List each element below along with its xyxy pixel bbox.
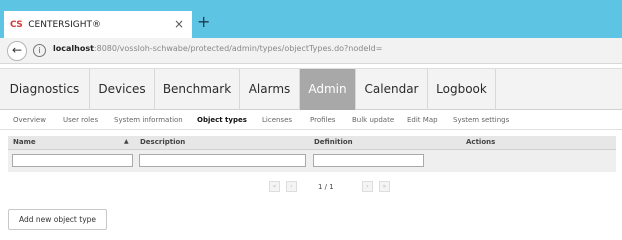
first-page-icon[interactable]: «: [269, 181, 280, 192]
nav-devices[interactable]: Devices: [90, 69, 155, 110]
admin-subnav: Overview User roles System information O…: [0, 113, 622, 130]
next-page-icon[interactable]: ›: [362, 181, 373, 192]
url-field[interactable]: localhost:8080/vossloh-schwabe/protected…: [53, 44, 382, 53]
nav-logbook[interactable]: Logbook: [428, 69, 496, 110]
back-arrow-icon[interactable]: ←: [7, 41, 27, 61]
nav-admin[interactable]: Admin: [300, 69, 356, 110]
subnav-licenses[interactable]: Licenses: [262, 116, 292, 124]
subnav-overview[interactable]: Overview: [13, 116, 46, 124]
subnav-bulk-update[interactable]: Bulk update: [352, 116, 394, 124]
add-object-type-button[interactable]: Add new object type: [8, 209, 107, 230]
subnav-edit-map[interactable]: Edit Map: [407, 116, 438, 124]
name-filter-input[interactable]: [12, 154, 133, 167]
close-icon[interactable]: ×: [174, 18, 184, 30]
definition-filter-input[interactable]: [313, 154, 424, 167]
url-host: localhost: [53, 44, 94, 53]
column-name[interactable]: Name: [13, 138, 36, 146]
url-path: :8080/vossloh-schwabe/protected/admin/ty…: [93, 44, 383, 53]
prev-page-icon[interactable]: ‹: [286, 181, 297, 192]
address-bar: ← i localhost:8080/vossloh-schwabe/prote…: [0, 38, 622, 64]
subnav-object-types[interactable]: Object types: [197, 116, 247, 124]
nav-diagnostics[interactable]: Diagnostics: [0, 69, 90, 110]
last-page-icon[interactable]: »: [379, 181, 390, 192]
info-icon[interactable]: i: [33, 44, 46, 57]
centersight-logo-icon: CS: [10, 19, 23, 30]
column-actions: Actions: [466, 138, 496, 146]
tab-title: CENTERSIGHT®: [28, 19, 102, 30]
new-tab-icon[interactable]: +: [197, 14, 210, 30]
nav-calendar[interactable]: Calendar: [356, 69, 428, 110]
browser-tabstrip: CS CENTERSIGHT® × +: [0, 0, 622, 38]
browser-window: CS CENTERSIGHT® × + ← i localhost:8080/v…: [0, 0, 622, 240]
subnav-system-settings[interactable]: System settings: [453, 116, 509, 124]
nav-benchmark[interactable]: Benchmark: [155, 69, 240, 110]
description-filter-input[interactable]: [139, 154, 306, 167]
column-description[interactable]: Description: [140, 138, 185, 146]
filter-row: [8, 150, 616, 172]
subnav-profiles[interactable]: Profiles: [310, 116, 335, 124]
table-header: Name ▲ Description Definition Actions: [8, 136, 616, 150]
nav-alarms[interactable]: Alarms: [240, 69, 300, 110]
main-nav: Diagnostics Devices Benchmark Alarms Adm…: [0, 68, 622, 110]
subnav-user-roles[interactable]: User roles: [63, 116, 98, 124]
column-definition[interactable]: Definition: [314, 138, 353, 146]
browser-tab[interactable]: CS CENTERSIGHT® ×: [4, 8, 192, 38]
subnav-system-information[interactable]: System information: [114, 116, 183, 124]
page-indicator: 1 / 1: [318, 183, 334, 191]
sort-asc-icon[interactable]: ▲: [124, 138, 129, 145]
